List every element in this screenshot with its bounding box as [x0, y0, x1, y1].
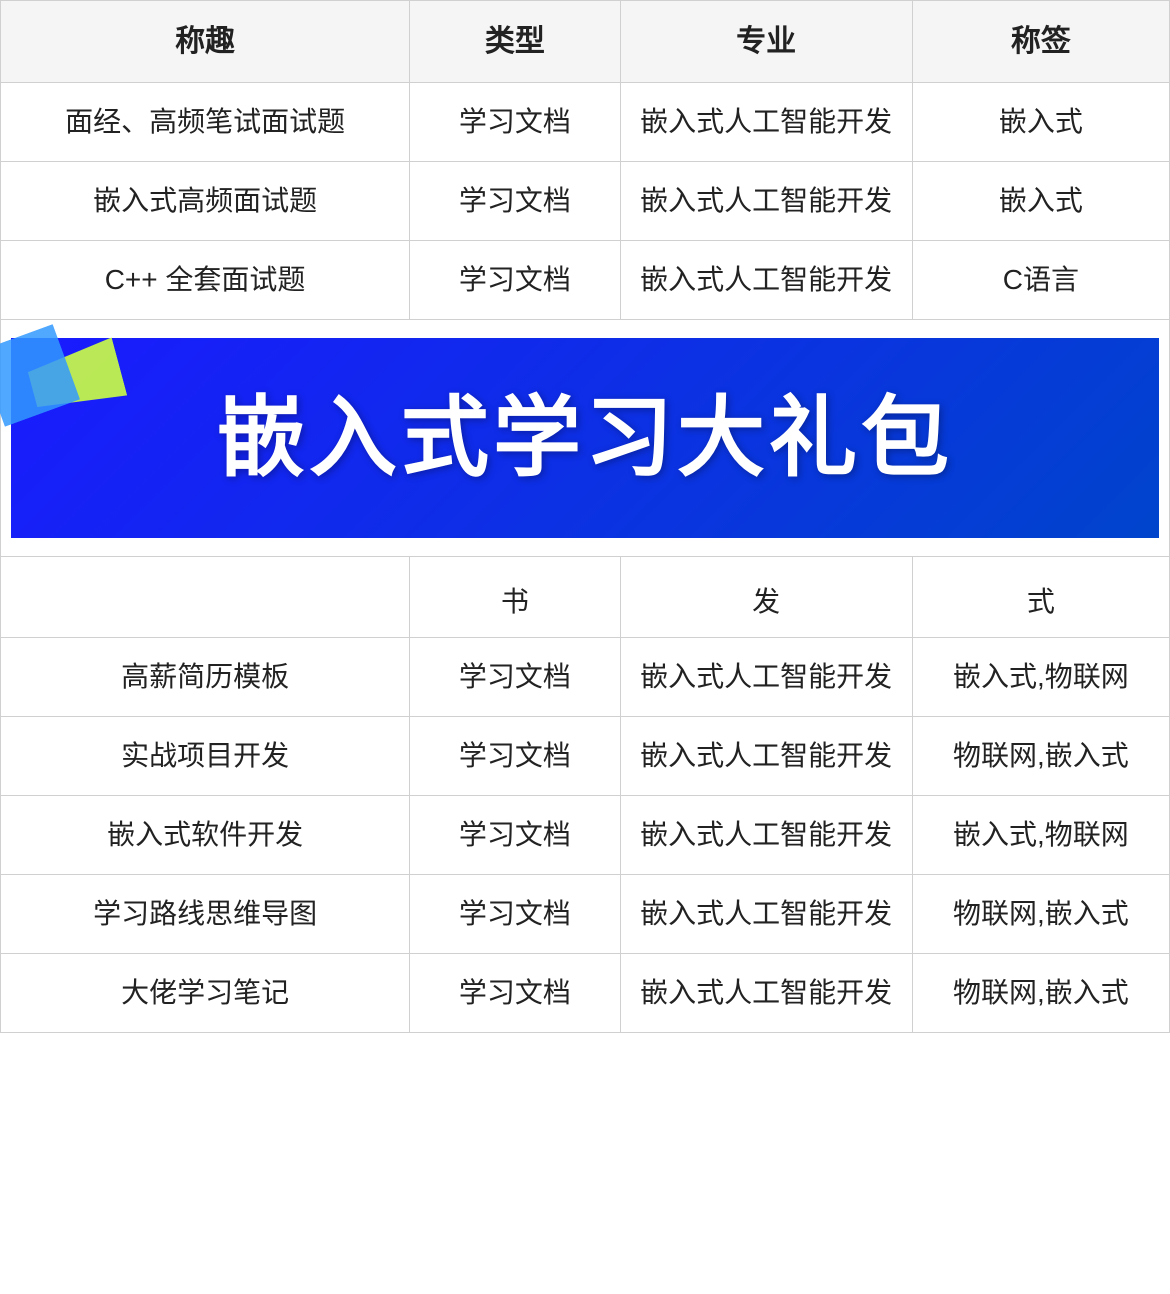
banner-cell: 嵌入式学习大礼包: [1, 320, 1170, 557]
cell-major: 嵌入式人工智能开发: [620, 796, 912, 875]
header-name: 称趣: [1, 1, 410, 83]
cell-major: 嵌入式人工智能开发: [620, 954, 912, 1033]
cell-type: 学习文档: [410, 717, 620, 796]
cell-type: 学习文档: [410, 162, 620, 241]
banner-row: 嵌入式学习大礼包: [1, 320, 1170, 557]
partial-cell-name: [1, 557, 410, 638]
cell-name: C++ 全套面试题: [1, 241, 410, 320]
table-row: 学习路线思维导图 学习文档 嵌入式人工智能开发 物联网,嵌入式: [1, 875, 1170, 954]
cell-major: 嵌入式人工智能开发: [620, 162, 912, 241]
partial-cell-type: 书: [410, 557, 620, 638]
cell-major: 嵌入式人工智能开发: [620, 717, 912, 796]
cell-major: 嵌入式人工智能开发: [620, 638, 912, 717]
table-row: 实战项目开发 学习文档 嵌入式人工智能开发 物联网,嵌入式: [1, 717, 1170, 796]
header-type: 类型: [410, 1, 620, 83]
table-row: 大佬学习笔记 学习文档 嵌入式人工智能开发 物联网,嵌入式: [1, 954, 1170, 1033]
banner-text: 嵌入式学习大礼包: [217, 372, 953, 504]
cell-major: 嵌入式人工智能开发: [620, 241, 912, 320]
table-row: 嵌入式软件开发 学习文档 嵌入式人工智能开发 嵌入式,物联网: [1, 796, 1170, 875]
cell-name: 高薪简历模板: [1, 638, 410, 717]
table-row: 面经、高频笔试面试题 学习文档 嵌入式人工智能开发 嵌入式: [1, 83, 1170, 162]
cell-tag: 嵌入式: [912, 83, 1169, 162]
cell-name: 实战项目开发: [1, 717, 410, 796]
header-tag: 称签: [912, 1, 1169, 83]
cell-major: 嵌入式人工智能开发: [620, 83, 912, 162]
cell-tag: 嵌入式,物联网: [912, 638, 1169, 717]
table-row: 嵌入式高频面试题 学习文档 嵌入式人工智能开发 嵌入式: [1, 162, 1170, 241]
partial-cell-tag: 式: [912, 557, 1169, 638]
cell-type: 学习文档: [410, 796, 620, 875]
table-row: 高薪简历模板 学习文档 嵌入式人工智能开发 嵌入式,物联网: [1, 638, 1170, 717]
partial-row: 书 发 式: [1, 557, 1170, 638]
cell-name: 嵌入式软件开发: [1, 796, 410, 875]
partial-cell-major: 发: [620, 557, 912, 638]
cell-tag: 物联网,嵌入式: [912, 954, 1169, 1033]
cell-tag: 嵌入式: [912, 162, 1169, 241]
main-table-wrapper: 称趣 类型 专业 称签 面经、高频笔试面试题 学习文档 嵌入式人工智能开发 嵌入…: [0, 0, 1170, 1033]
banner-background: 嵌入式学习大礼包: [11, 338, 1159, 538]
header-major: 专业: [620, 1, 912, 83]
cell-name: 面经、高频笔试面试题: [1, 83, 410, 162]
cell-tag: 物联网,嵌入式: [912, 875, 1169, 954]
cell-name: 大佬学习笔记: [1, 954, 410, 1033]
cell-type: 学习文档: [410, 83, 620, 162]
cell-tag: 嵌入式,物联网: [912, 796, 1169, 875]
cell-tag: 物联网,嵌入式: [912, 717, 1169, 796]
content-table: 称趣 类型 专业 称签 面经、高频笔试面试题 学习文档 嵌入式人工智能开发 嵌入…: [0, 0, 1170, 1033]
cell-major: 嵌入式人工智能开发: [620, 875, 912, 954]
table-header-row: 称趣 类型 专业 称签: [1, 1, 1170, 83]
cell-tag: C语言: [912, 241, 1169, 320]
cell-type: 学习文档: [410, 638, 620, 717]
table-row: C++ 全套面试题 学习文档 嵌入式人工智能开发 C语言: [1, 241, 1170, 320]
cell-type: 学习文档: [410, 954, 620, 1033]
cell-type: 学习文档: [410, 875, 620, 954]
cell-name: 嵌入式高频面试题: [1, 162, 410, 241]
cell-name: 学习路线思维导图: [1, 875, 410, 954]
cell-type: 学习文档: [410, 241, 620, 320]
